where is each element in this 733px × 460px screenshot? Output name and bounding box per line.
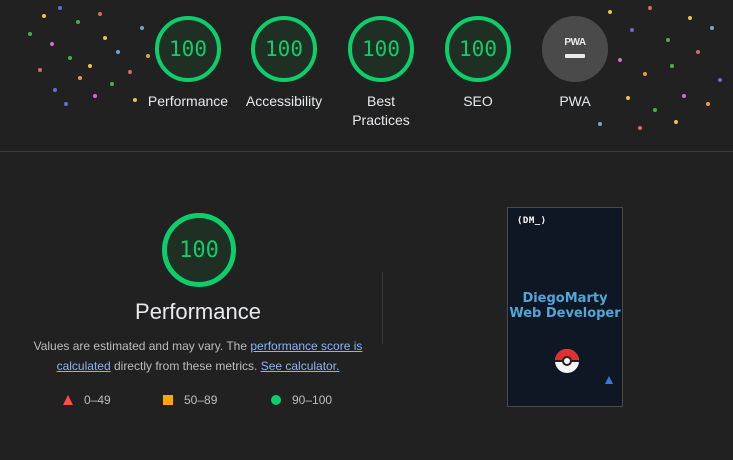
legend-range: 50–89 — [184, 393, 218, 407]
score-ring: 100 — [155, 16, 221, 82]
score-ring: 100 — [445, 16, 511, 82]
score-value: 100 — [362, 37, 400, 61]
gauge-best-practices[interactable]: 100 Best Practices — [326, 16, 436, 130]
score-ring: 100 — [251, 16, 317, 82]
score-value: 100 — [169, 37, 207, 61]
score-value: 100 — [459, 37, 497, 61]
gauge-performance[interactable]: 100 Performance — [133, 16, 243, 111]
circle-icon — [271, 395, 281, 405]
see-calculator-link[interactable]: See calculator. — [261, 359, 340, 373]
site-heading: DiegoMarty Web Developer — [509, 291, 621, 321]
site-logo: ⟨DM_⟩ — [517, 216, 547, 226]
legend-range: 0–49 — [84, 393, 111, 407]
section-divider — [0, 151, 733, 152]
gauge-seo[interactable]: 100 SEO — [423, 16, 533, 111]
gauge-accessibility[interactable]: 100 Accessibility — [229, 16, 339, 111]
gauge-label: Performance — [147, 93, 229, 109]
gauge-label: SEO — [463, 93, 493, 109]
legend-range: 90–100 — [292, 393, 333, 407]
pwa-dash-icon — [565, 53, 585, 58]
square-icon — [163, 395, 173, 405]
legend-fail: 0–49 — [63, 393, 111, 407]
corner-logo-icon — [605, 376, 613, 384]
performance-description: Values are estimated and may vary. The p… — [30, 336, 366, 376]
pwa-badge-icon: PWA — [542, 16, 608, 82]
summary-gauges: 100 Performance 100 Accessibility 100 Be… — [0, 0, 733, 150]
pwa-badge-text: PWA — [564, 36, 586, 48]
triangle-icon — [63, 395, 73, 405]
performance-score-value: 100 — [179, 237, 219, 263]
performance-score-ring: 100 — [162, 213, 236, 287]
desc-prefix: Values are estimated and may vary. The — [33, 339, 251, 353]
desc-mid: directly from these metrics. — [110, 359, 261, 373]
final-screenshot-thumbnail[interactable]: ⟨DM_⟩ DiegoMarty Web Developer — [507, 207, 623, 407]
gauge-label: PWA — [559, 93, 591, 109]
pokeball-icon — [555, 349, 579, 373]
score-value: 100 — [265, 37, 303, 61]
legend-pass: 90–100 — [271, 393, 332, 407]
performance-title: Performance — [135, 299, 261, 324]
gauge-label: Accessibility — [245, 93, 323, 109]
legend-average: 50–89 — [163, 393, 217, 407]
gauge-pwa[interactable]: PWA PWA — [520, 16, 630, 111]
score-ring: 100 — [348, 16, 414, 82]
vertical-divider — [382, 272, 383, 344]
gauge-label: Best Practices — [352, 93, 410, 128]
